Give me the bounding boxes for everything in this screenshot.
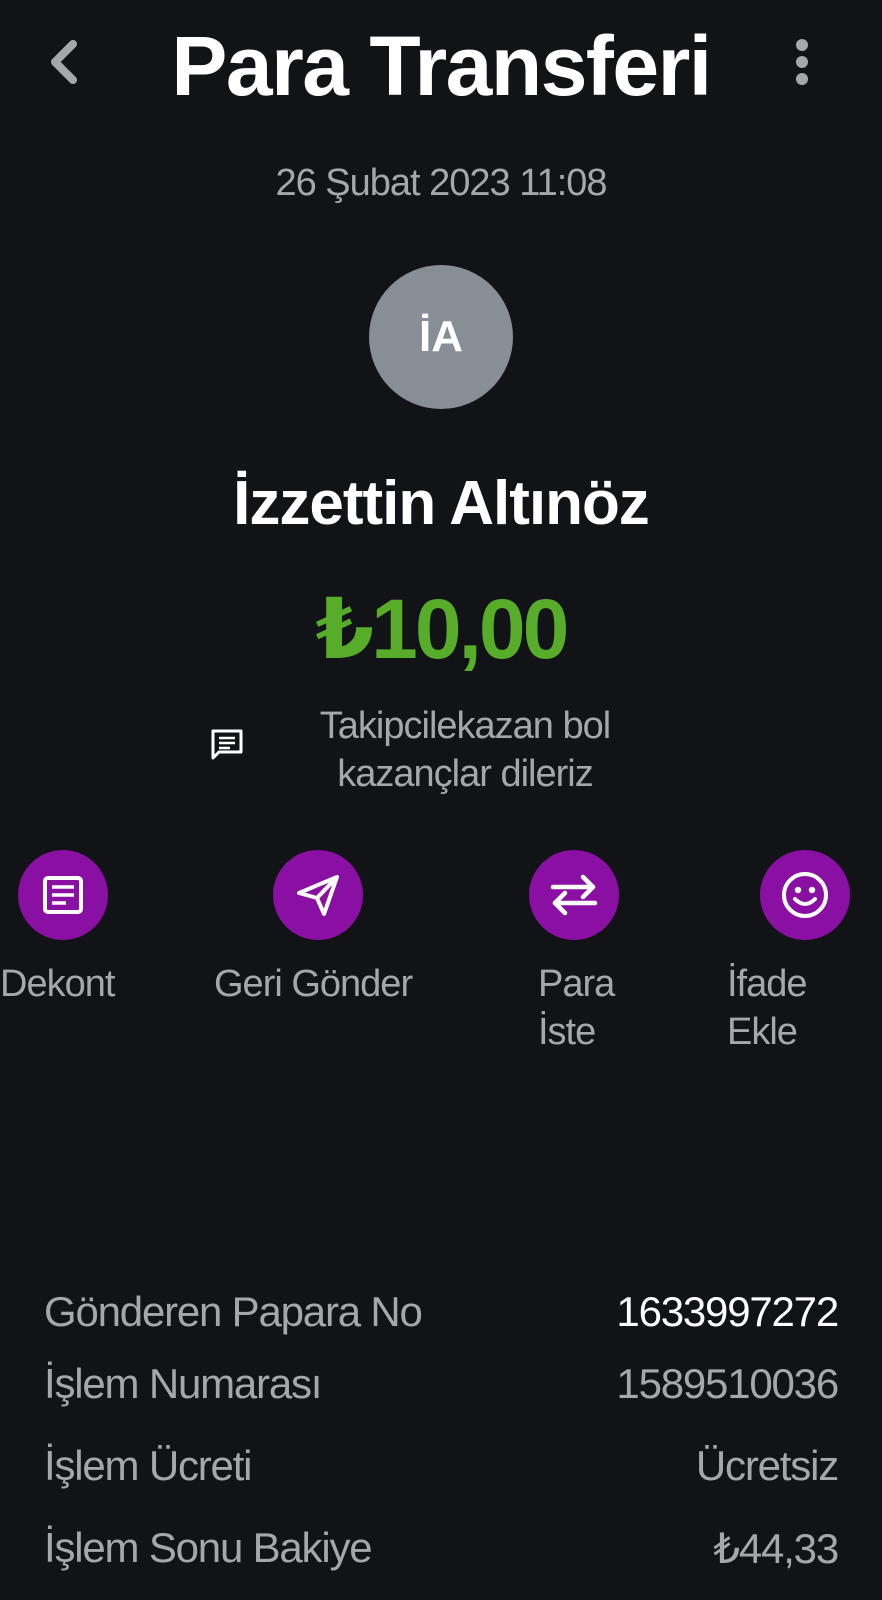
detail-value[interactable]: 1589510036: [616, 1360, 839, 1408]
detail-row-fee: İşlem Ücreti Ücretsiz: [44, 1442, 839, 1492]
smile-icon: [782, 872, 828, 918]
page-title: Para Transferi: [171, 19, 712, 113]
add-reaction-label-line-1: İfade: [727, 963, 808, 1005]
detail-label: İşlem Sonu Bakiye: [44, 1524, 373, 1571]
add-reaction-label-line-2: Ekle: [727, 1011, 798, 1053]
receipt-label: Dekont: [0, 963, 115, 1005]
detail-row-balance: İşlem Sonu Bakiye ₺44,33: [44, 1524, 839, 1574]
request-money-label: Para İste: [538, 960, 615, 1056]
note-line-2: kazançlar dileriz: [337, 753, 593, 795]
detail-label: Gönderen Papara No: [44, 1288, 423, 1335]
receipt-button[interactable]: [18, 850, 108, 940]
receipt-icon: [43, 876, 83, 914]
detail-value[interactable]: 1633997272: [616, 1288, 839, 1336]
request-money-button[interactable]: [529, 850, 619, 940]
send-back-button[interactable]: [273, 850, 363, 940]
recipient-name: İzzettin Altınöz: [233, 469, 650, 538]
app-header: Para Transferi: [0, 0, 882, 130]
request-money-label-line-1: Para: [538, 963, 615, 1005]
request-money-label-line-2: İste: [538, 1011, 596, 1053]
send-icon: [297, 875, 339, 916]
add-reaction-button[interactable]: [760, 850, 850, 940]
detail-row-sender: Gönderen Papara No 1633997272: [44, 1288, 839, 1338]
transaction-date: 26 Şubat 2023 11:08: [275, 162, 607, 204]
more-options-button[interactable]: [782, 34, 822, 90]
send-back-label: Geri Gönder: [214, 963, 413, 1005]
detail-value: Ücretsiz: [695, 1442, 839, 1489]
transfer-note: Takipcilekazan bol kazançlar dileriz: [300, 702, 630, 798]
swap-icon: [550, 874, 598, 916]
detail-value: ₺44,33: [713, 1525, 839, 1572]
note-line-1: Takipcilekazan bol: [319, 705, 611, 747]
add-reaction-label: İfade Ekle: [727, 960, 808, 1056]
detail-label: İşlem Ücreti: [44, 1442, 252, 1489]
detail-label: İşlem Numarası: [44, 1360, 322, 1407]
message-icon: [211, 729, 243, 760]
detail-row-transaction-number: İşlem Numarası 1589510036: [44, 1360, 839, 1410]
recipient-avatar: İA: [369, 265, 513, 409]
more-vertical-icon: [796, 39, 808, 85]
transfer-amount: ₺10,00: [315, 582, 570, 676]
